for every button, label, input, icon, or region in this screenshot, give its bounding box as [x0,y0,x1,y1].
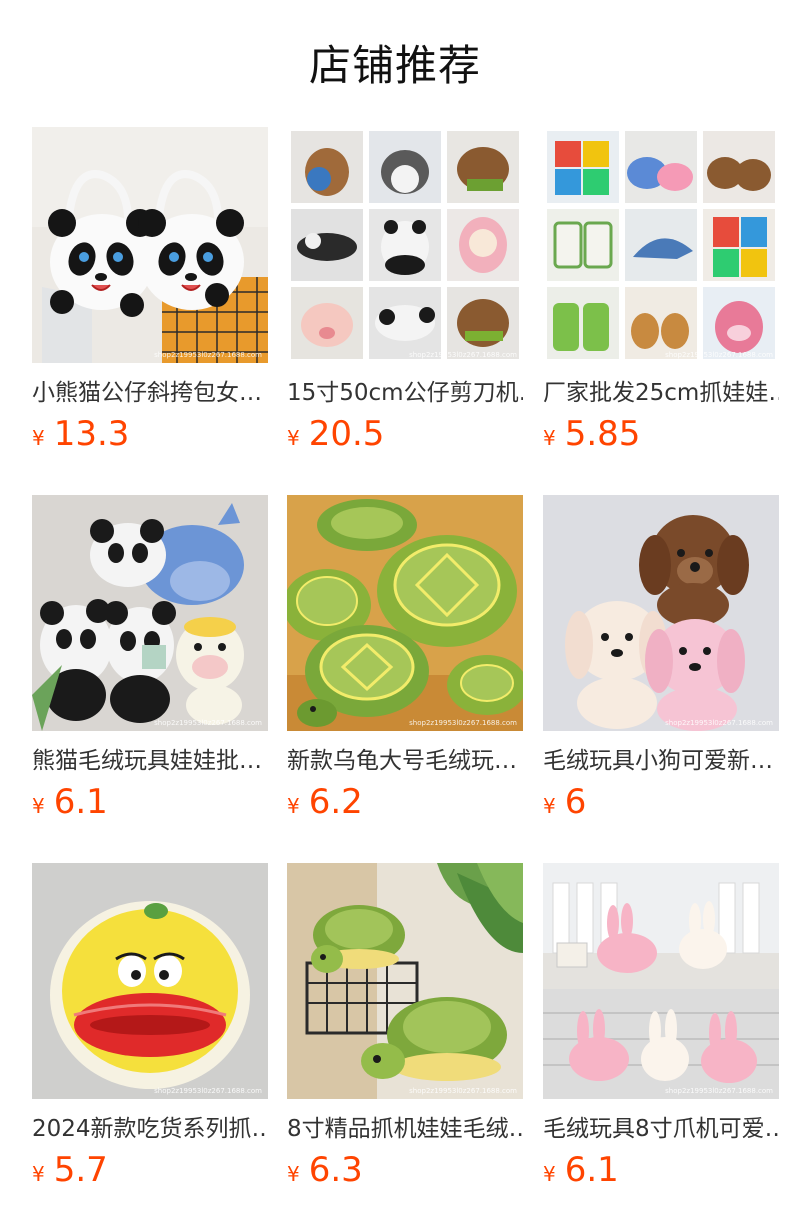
product-name[interactable]: 小熊猫公仔斜挎包女… [32,378,268,408]
product-card[interactable]: shop2z19953l0z267.1688.com 毛绒玩具小狗可爱新… ¥6 [543,495,779,822]
price-row: ¥5.7 [32,1150,268,1190]
product-card[interactable]: shop2z19953l0z267.1688.com 15寸50cm公仔剪刀机…… [287,127,523,454]
product-card[interactable]: shop2z19953l0z267.1688.com 2024新款吃货系列抓… … [32,863,268,1190]
product-price: 6.2 [308,782,363,822]
product-image[interactable]: shop2z19953l0z267.1688.com [287,495,523,731]
pandas-cow-image [32,495,268,731]
price-row: ¥6.1 [543,1150,779,1190]
turtles-basket-image [287,863,523,1099]
watermark-text: shop2z19953l0z267.1688.com [665,719,773,727]
product-card[interactable]: shop2z19953l0z267.1688.com 新款乌龟大号毛绒玩… ¥6… [287,495,523,822]
watermark-text: shop2z19953l0z267.1688.com [409,1087,517,1095]
product-price: 5.85 [564,414,641,454]
price-row: ¥5.85 [543,414,779,454]
price-row: ¥6 [543,782,779,822]
page-title: 店铺推荐 [308,41,481,90]
product-name[interactable]: 新款乌龟大号毛绒玩… [287,746,523,776]
price-row: ¥6.3 [287,1150,523,1190]
product-price: 6.1 [53,782,108,822]
product-image[interactable]: shop2z19953l0z267.1688.com [543,495,779,731]
currency-symbol: ¥ [287,1162,300,1186]
product-price: 6.3 [308,1150,363,1190]
product-price: 6 [564,782,587,822]
product-price: 13.3 [53,414,130,454]
currency-symbol: ¥ [32,426,45,450]
product-image[interactable]: shop2z19953l0z267.1688.com [543,127,779,363]
product-card[interactable]: shop2z19953l0z267.1688.com 毛绒玩具8寸爪机可爱… ¥… [543,863,779,1190]
product-image[interactable]: shop2z19953l0z267.1688.com [287,127,523,363]
watermark-text: shop2z19953l0z267.1688.com [154,719,262,727]
watermark-text: shop2z19953l0z267.1688.com [409,351,517,359]
watermark-text: shop2z19953l0z267.1688.com [665,1087,773,1095]
product-image[interactable]: shop2z19953l0z267.1688.com [32,863,268,1099]
currency-symbol: ¥ [287,426,300,450]
currency-symbol: ¥ [543,1162,556,1186]
currency-symbol: ¥ [32,794,45,818]
currency-symbol: ¥ [287,794,300,818]
turtle-plush-image [287,495,523,731]
price-row: ¥6.2 [287,782,523,822]
product-image[interactable]: shop2z19953l0z267.1688.com [543,863,779,1099]
toy-collage-image [543,127,779,363]
plush-collage-image [287,127,523,363]
panda-bag-image [32,127,268,363]
price-row: ¥6.1 [32,782,268,822]
product-price: 5.7 [53,1150,108,1190]
yellow-lips-plush-image [32,863,268,1099]
product-card[interactable]: shop2z19953l0z267.1688.com 8寸精品抓机娃娃毛绒… ¥… [287,863,523,1190]
product-image[interactable]: shop2z19953l0z267.1688.com [32,127,268,363]
price-row: ¥13.3 [32,414,268,454]
watermark-text: shop2z19953l0z267.1688.com [154,1087,262,1095]
product-price: 20.5 [308,414,385,454]
currency-symbol: ¥ [32,1162,45,1186]
product-name[interactable]: 厂家批发25cm抓娃娃… [543,378,779,408]
shop-recommend-page: 店铺推荐 shop2z19953l0z267.1688.com 小熊猫公仔斜挎包… [0,0,790,1232]
product-card[interactable]: shop2z19953l0z267.1688.com 厂家批发25cm抓娃娃… … [543,127,779,454]
watermark-text: shop2z19953l0z267.1688.com [665,351,773,359]
product-price: 6.1 [564,1150,619,1190]
product-name[interactable]: 毛绒玩具小狗可爱新… [543,746,779,776]
pink-rabbit-image [543,863,779,1099]
product-card[interactable]: shop2z19953l0z267.1688.com 小熊猫公仔斜挎包女… ¥1… [32,127,268,454]
product-name[interactable]: 毛绒玩具8寸爪机可爱… [543,1114,779,1144]
product-name[interactable]: 熊猫毛绒玩具娃娃批… [32,746,268,776]
product-card[interactable]: shop2z19953l0z267.1688.com 熊猫毛绒玩具娃娃批… ¥6… [32,495,268,822]
watermark-text: shop2z19953l0z267.1688.com [154,351,262,359]
product-name[interactable]: 2024新款吃货系列抓… [32,1114,268,1144]
product-name[interactable]: 15寸50cm公仔剪刀机… [287,378,523,408]
product-image[interactable]: shop2z19953l0z267.1688.com [287,863,523,1099]
price-row: ¥20.5 [287,414,523,454]
currency-symbol: ¥ [543,794,556,818]
puppy-plush-image [543,495,779,731]
product-image[interactable]: shop2z19953l0z267.1688.com [32,495,268,731]
currency-symbol: ¥ [543,426,556,450]
product-name[interactable]: 8寸精品抓机娃娃毛绒… [287,1114,523,1144]
watermark-text: shop2z19953l0z267.1688.com [409,719,517,727]
